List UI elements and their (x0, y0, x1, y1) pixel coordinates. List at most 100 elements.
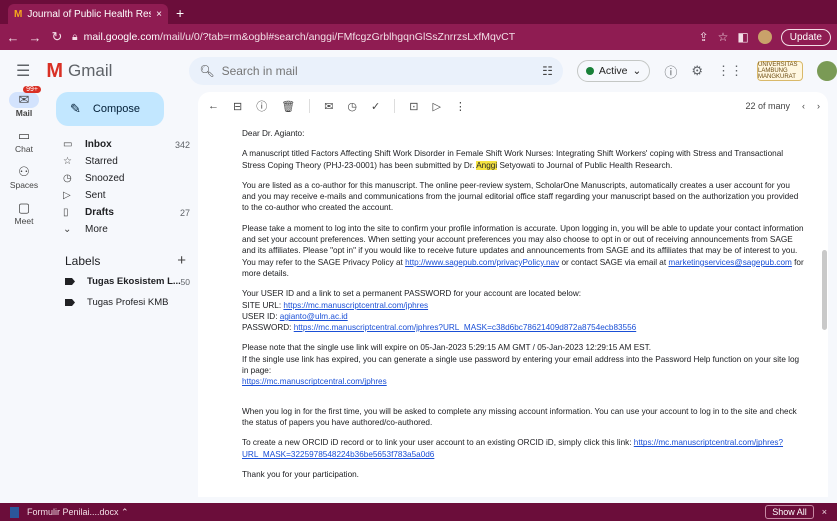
label-item[interactable]: Tugas Ekosistem L... 50 (48, 273, 196, 290)
sidebar-item-sent[interactable]: ▷ Sent (48, 187, 196, 204)
mark-unread-icon[interactable]: ✉ (324, 100, 333, 113)
url-field[interactable]: 🔒︎ mail.google.com/mail/u/0/?tab=rm&ogbl… (72, 27, 691, 47)
email-signoff: Thank you for your participation. (242, 469, 359, 479)
download-item[interactable]: Formulir Penilai....docx ⌃ (27, 507, 765, 518)
rail-chat-label: Chat (15, 144, 33, 154)
sidebar-item-starred[interactable]: ☆ Starred (48, 153, 196, 170)
password-link[interactable]: https://mc.manuscriptcentral.com/jphres?… (294, 323, 637, 332)
user-id-label: USER ID: (242, 311, 280, 321)
email-greeting: Dear Dr. Agianto: (242, 129, 305, 138)
move-to-icon[interactable]: ⊡ (409, 100, 418, 113)
gmail-wordmark: Gmail (68, 61, 113, 80)
close-downloads-icon[interactable]: × (822, 507, 827, 517)
rail-chat[interactable]: ▭ Chat (0, 128, 48, 154)
sidepanel-icon[interactable]: ◧ (737, 30, 748, 44)
sidebar-item-label: Drafts (85, 207, 114, 218)
status-label: Active (598, 65, 628, 77)
university-badge[interactable]: UNIVERSITAS LAMBUNG MANGKURAT (757, 61, 803, 81)
login-page-link[interactable]: https://mc.manuscriptcentral.com/jphres (242, 377, 387, 386)
toolbar-divider (309, 99, 311, 113)
settings-gear-icon[interactable]: ⚙ (691, 63, 703, 79)
sidebar-item-count: 27 (179, 207, 190, 218)
gmail-favicon-icon: M (14, 8, 23, 20)
gmail-logo[interactable]: M Gmail (46, 60, 189, 83)
text-span: Setyowati to Journal of Public Health Re… (497, 160, 673, 170)
newer-chevron-icon[interactable]: ‹ (802, 101, 805, 111)
search-options-icon[interactable]: ☷ (542, 64, 553, 78)
browser-tabbar: M Journal of Public Health Resea × + (0, 0, 837, 24)
sidebar-item-label: Snoozed (85, 173, 125, 184)
report-spam-icon[interactable]: ⓘ (256, 98, 267, 114)
forward-icon[interactable]: → (28, 30, 42, 45)
more-options-icon[interactable]: ⋮ (455, 100, 466, 113)
browser-profile-avatar[interactable] (757, 30, 772, 44)
folder-list: ▭ Inbox 342 ☆ Starred ◷ Snoozed ▷ Sent ▯… (48, 136, 196, 238)
sidebar-item-more[interactable]: ⌄ More (48, 221, 196, 238)
update-button[interactable]: Update (780, 28, 831, 46)
gmail-header: ☰ M Gmail 🔍︎ ☷ Active ⌄ ⓘ ⚙ ⋮⋮ UNIVERSIT… (0, 50, 837, 92)
sage-email-link[interactable]: marketingservices@sagepub.com (668, 258, 791, 267)
url-path: /mail/u/0/?tab=rm&ogbl#search/anggi/FMfc… (160, 31, 516, 43)
back-icon[interactable]: ← (6, 30, 20, 45)
email-paragraph: Please take a moment to log into the sit… (242, 223, 804, 279)
rail-meet-label: Meet (14, 216, 34, 226)
account-avatar[interactable] (817, 61, 837, 81)
help-icon[interactable]: ⓘ (664, 62, 677, 81)
apps-grid-icon[interactable]: ⋮⋮ (717, 63, 743, 79)
gmail-m-icon: M (46, 59, 64, 82)
sidebar-item-label: More (85, 224, 108, 235)
privacy-policy-link[interactable]: http://www.sagepub.com/privacyPolicy.nav (405, 258, 559, 267)
compose-button[interactable]: ✎ Compose (56, 92, 164, 126)
mail-icon: ✉ 99+ (9, 86, 41, 108)
archive-icon[interactable]: ⊟ (233, 100, 242, 113)
add-label-icon[interactable]: + (177, 252, 186, 269)
label-icon[interactable]: ▷ (432, 100, 440, 113)
rail-spaces[interactable]: ⚇ Spaces (0, 164, 48, 190)
status-dropdown[interactable]: Active ⌄ (576, 60, 651, 82)
sidebar-item-drafts[interactable]: ▯ Drafts 27 (48, 204, 196, 221)
address-bar: ← → ↻ 🔒︎ mail.google.com/mail/u/0/?tab=r… (0, 24, 837, 50)
chevron-down-icon: ⌄ (632, 65, 642, 77)
label-item[interactable]: Tugas Profesi KMB (48, 294, 196, 311)
new-tab-button[interactable]: + (176, 5, 184, 21)
add-task-icon[interactable]: ✓ (371, 100, 380, 113)
url-host: mail.google.com (83, 31, 161, 43)
labels-title: Labels (65, 253, 101, 268)
user-id-link[interactable]: agianto@ulm.ac.id (280, 312, 348, 321)
sidebar-item-snoozed[interactable]: ◷ Snoozed (48, 170, 196, 187)
tab-close-icon[interactable]: × (156, 9, 162, 20)
delete-icon[interactable]: 🗑︎ (281, 100, 295, 113)
share-icon[interactable]: ⇪ (699, 30, 709, 44)
show-all-button[interactable]: Show All (765, 505, 814, 519)
rail-meet[interactable]: ▢ Meet (0, 200, 48, 226)
main-menu-icon[interactable]: ☰ (0, 61, 46, 81)
sidebar-item-label: Sent (85, 190, 106, 201)
message-scrollbar[interactable] (820, 132, 828, 472)
lock-icon: 🔒︎ (72, 30, 78, 43)
rail-mail[interactable]: ✉ 99+ Mail (0, 86, 48, 118)
search-icon[interactable]: 🔍︎ (199, 64, 214, 78)
text-span: If the single use link has expired, you … (242, 354, 800, 376)
side-panel-edge (828, 92, 837, 497)
mail-sidebar: ✎ Compose ▭ Inbox 342 ☆ Starred ◷ Snooze… (48, 92, 196, 497)
text-span: To create a new ORCID iD record or to li… (242, 438, 634, 448)
pencil-icon: ✎ (70, 101, 81, 116)
pager: 22 of many ‹ › (745, 101, 828, 111)
email-credentials: Your USER ID and a link to set a permane… (242, 288, 804, 333)
older-chevron-icon[interactable]: › (817, 101, 820, 111)
search-input[interactable] (221, 64, 536, 78)
label-name: Tugas Profesi KMB (87, 297, 169, 308)
bookmark-star-icon[interactable]: ☆ (718, 30, 729, 44)
scroll-thumb[interactable] (822, 250, 827, 330)
star-icon: ☆ (63, 156, 72, 167)
search-highlight: Anggi (476, 160, 498, 170)
snooze-icon[interactable]: ◷ (347, 100, 357, 113)
browser-tab[interactable]: M Journal of Public Health Resea × (8, 4, 168, 24)
message-pane: ← ⊟ ⓘ 🗑︎ ✉ ◷ ✓ ⊡ ▷ ⋮ 22 of many ‹ › Dear… (198, 92, 828, 497)
site-url-link[interactable]: https://mc.manuscriptcentral.com/jphres (283, 301, 428, 310)
reload-icon[interactable]: ↻ (50, 29, 64, 45)
sidebar-item-inbox[interactable]: ▭ Inbox 342 (48, 136, 196, 153)
back-to-list-icon[interactable]: ← (208, 100, 219, 112)
label-count: 50 (180, 276, 190, 287)
email-body: Dear Dr. Agianto: A manuscript titled Fa… (198, 120, 828, 480)
